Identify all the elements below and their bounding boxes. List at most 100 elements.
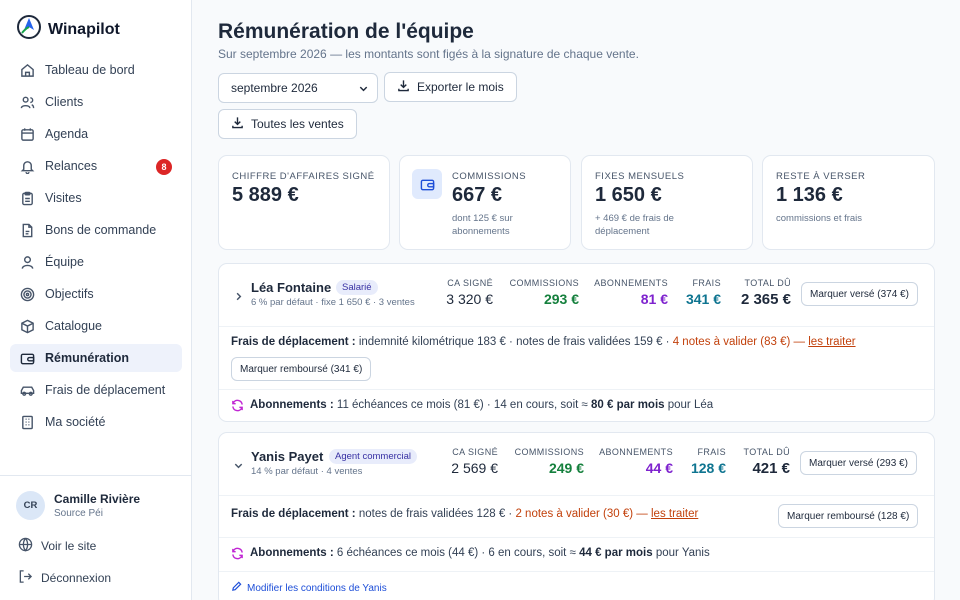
travel-expenses-row: Frais de déplacement : indemnité kilomét…: [219, 326, 934, 389]
kpi-note: dont 125 € sur abonnements: [452, 213, 513, 237]
edit-conditions-label: Modifier les conditions de Yanis: [247, 582, 387, 594]
sidebar-item-relances[interactable]: Relances 8: [10, 152, 182, 180]
car-icon: [19, 382, 35, 398]
sidebar-item-label: Équipe: [45, 255, 84, 269]
stat-label: CA SIGNÉ: [452, 447, 498, 457]
chevron-right-icon[interactable]: [233, 289, 244, 307]
download-icon: [397, 79, 410, 95]
sidebar-item-agenda[interactable]: Agenda: [10, 120, 182, 148]
sidebar-item-label: Rémunération: [45, 351, 130, 365]
travel-expenses-detail: indemnité kilométrique 183 € · notes de …: [358, 336, 670, 348]
sidebar-item-frais-de-deplacement[interactable]: Frais de déplacement: [10, 376, 182, 404]
stat-value: 81 €: [640, 291, 668, 307]
stat-value: 3 320 €: [446, 291, 493, 307]
sidebar-divider: [0, 475, 191, 476]
subscriptions-suffix: pour Léa: [667, 399, 714, 411]
logout-link[interactable]: Déconnexion: [18, 569, 111, 587]
sidebar-item-ma-societe[interactable]: Ma société: [10, 408, 182, 436]
view-site-link[interactable]: Voir le site: [18, 537, 96, 555]
subscriptions-summary: Abonnements : 6 échéances ce mois (44 €)…: [250, 547, 710, 559]
sidebar-item-visites[interactable]: Visites: [10, 184, 182, 212]
logout-icon: [18, 569, 33, 587]
subscriptions-detail: 6 échéances ce mois (44 €) · 6 en cours,…: [336, 547, 576, 559]
mark-paid-button[interactable]: Marquer versé (374 €): [801, 282, 918, 306]
mark-paid-button[interactable]: Marquer versé (293 €): [800, 451, 917, 475]
stat-total: TOTAL DÛ 421 €: [743, 447, 790, 477]
process-notes-link[interactable]: les traiter: [808, 336, 855, 348]
sidebar-item-label: Agenda: [45, 127, 89, 141]
employee-card: Yanis Payet Agent commercial 14 % par dé…: [218, 432, 935, 600]
travel-expenses-row: Frais de déplacement : notes de frais va…: [219, 495, 934, 537]
subscriptions-row: Abonnements : 6 échéances ce mois (44 €)…: [219, 537, 934, 571]
download-icon: [231, 116, 244, 132]
sidebar-item-label: Relances: [45, 159, 98, 173]
sidebar-item-label: Catalogue: [45, 319, 102, 333]
stat-label: COMMISSIONS: [514, 447, 584, 457]
current-user[interactable]: CR Camille Rivière Source Péi: [16, 491, 140, 520]
stat-frais: FRAIS 341 €: [686, 278, 721, 307]
stat-label: FRAIS: [692, 278, 721, 288]
sidebar-item-equipe[interactable]: Équipe: [10, 248, 182, 276]
home-icon: [19, 62, 35, 78]
role-badge: Agent commercial: [329, 449, 418, 464]
process-notes-link[interactable]: les traiter: [651, 508, 698, 520]
month-select[interactable]: septembre 2026: [218, 73, 378, 103]
mark-reimbursed-button[interactable]: Marquer remboursé (128 €): [778, 504, 919, 528]
subscriptions-detail: 11 échéances ce mois (81 €) · 14 en cour…: [336, 399, 588, 411]
brand-name: Winapilot: [48, 20, 120, 38]
sidebar-item-remuneration[interactable]: Rémunération: [10, 344, 182, 372]
stat-label: COMMISSIONS: [509, 278, 579, 288]
employee-meta: 6 % par défaut · fixe 1 650 € · 3 ventes: [251, 297, 415, 308]
stat-label: ABONNEMENTS: [599, 447, 673, 457]
chevron-down-icon[interactable]: [233, 458, 244, 476]
sidebar-item-label: Visites: [45, 191, 82, 205]
stat-value: 341 €: [685, 291, 721, 307]
wallet-icon: [19, 350, 35, 366]
sidebar-item-label: Frais de déplacement: [45, 383, 166, 397]
pending-notes-warning: 2 notes à valider (30 €) —: [515, 508, 648, 520]
edit-conditions-row: Modifier les conditions de Yanis: [219, 571, 934, 600]
travel-expenses-summary: Frais de déplacement : notes de frais va…: [231, 508, 698, 520]
avatar: CR: [16, 491, 45, 520]
sidebar-item-clients[interactable]: Clients: [10, 88, 182, 116]
stat-total: TOTAL DÛ 2 365 €: [741, 278, 791, 308]
kpi-card-reste-a-verser: RESTE À VERSER 1 136 € commissions et fr…: [762, 155, 935, 250]
subscriptions-summary: Abonnements : 11 échéances ce mois (81 €…: [250, 399, 713, 411]
subscriptions-monthly: 80 € par mois: [591, 399, 665, 411]
month-select-value: septembre 2026: [231, 81, 318, 95]
kpi-card-ca-signe: CHIFFRE D'AFFAIRES SIGNÉ 5 889 €: [218, 155, 390, 250]
employee-meta: 14 % par défaut · 4 ventes: [251, 466, 363, 477]
stat-frais: FRAIS 128 €: [691, 447, 726, 476]
travel-expenses-summary: Frais de déplacement : indemnité kilomét…: [231, 336, 856, 348]
stat-label: TOTAL DÛ: [743, 447, 790, 457]
employee-name[interactable]: Yanis Payet: [251, 449, 323, 464]
sidebar-item-label: Clients: [45, 95, 84, 109]
export-month-button[interactable]: Exporter le mois: [384, 72, 517, 102]
building-icon: [19, 414, 35, 430]
subscriptions-monthly: 44 € par mois: [579, 547, 653, 559]
stat-commissions: COMMISSIONS 249 €: [515, 447, 584, 476]
subscriptions-row: Abonnements : 11 échéances ce mois (81 €…: [219, 389, 934, 421]
all-sales-button[interactable]: Toutes les ventes: [218, 109, 357, 139]
kpi-card-fixes-mensuels: FIXES MENSUELS 1 650 € + 469 € de frais …: [581, 155, 753, 250]
sidebar-item-catalogue[interactable]: Catalogue: [10, 312, 182, 340]
winapilot-logo-icon: [16, 14, 42, 45]
refresh-icon: [231, 399, 244, 417]
stat-value: 128 €: [690, 460, 726, 476]
sidebar-item-bons-de-commande[interactable]: Bons de commande: [10, 216, 182, 244]
kpi-note: commissions et frais: [776, 213, 863, 224]
pencil-icon: [231, 581, 242, 595]
sidebar-item-tableau-de-bord[interactable]: Tableau de bord: [10, 56, 182, 84]
bell-icon: [19, 158, 35, 174]
sidebar-item-objectifs[interactable]: Objectifs: [10, 280, 182, 308]
stat-label: CA SIGNÉ: [447, 278, 493, 288]
mark-reimbursed-button[interactable]: Marquer remboursé (341 €): [231, 357, 372, 381]
wallet-icon: [412, 169, 442, 199]
main-nav: Tableau de bord Clients Agenda Relances …: [10, 56, 182, 440]
kpi-value: 667 €: [452, 184, 503, 206]
brand[interactable]: Winapilot: [16, 14, 120, 45]
stat-value: 2 365 €: [740, 291, 791, 308]
edit-conditions-link[interactable]: Modifier les conditions de Yanis: [231, 581, 387, 595]
subscriptions-suffix: pour Yanis: [655, 547, 710, 559]
employee-name[interactable]: Léa Fontaine: [251, 280, 331, 295]
